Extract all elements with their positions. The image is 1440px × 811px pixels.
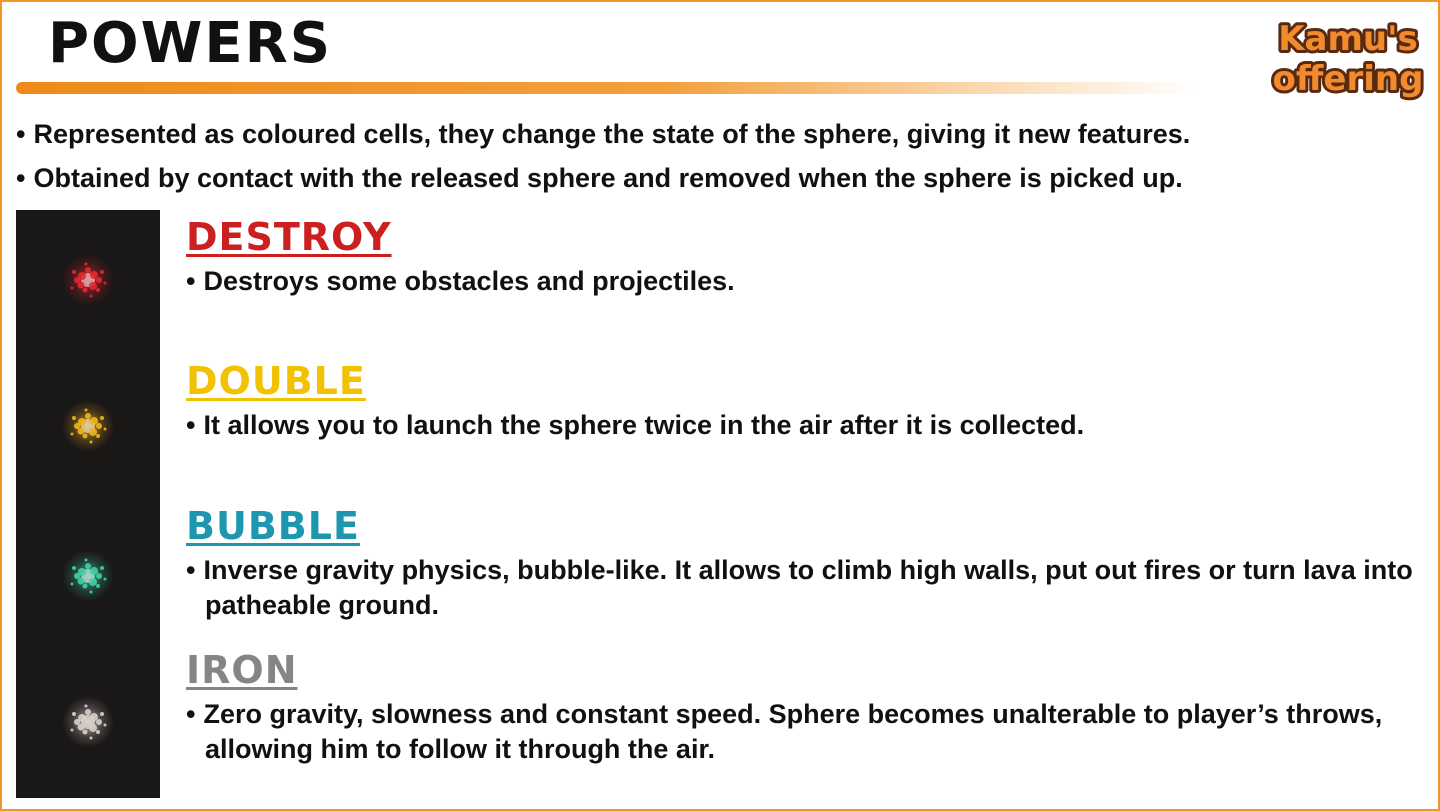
- orb-particle: [85, 563, 91, 569]
- logo-text-line2: offering: [1273, 59, 1424, 99]
- orb-particle: [84, 558, 88, 562]
- orb-particle: [103, 723, 107, 727]
- page-title: POWERS: [48, 11, 333, 76]
- orb-particle: [84, 704, 88, 708]
- orb-particle: [70, 728, 74, 732]
- orb-particle: [89, 294, 93, 298]
- orb-particle: [96, 730, 100, 734]
- orb-particle: [100, 270, 104, 274]
- power-description-text: Destroys some obstacles and projectiles.: [203, 266, 735, 296]
- logo-text-line1: Kamu's: [1278, 19, 1418, 59]
- orb-particle: [96, 719, 102, 725]
- intro-list: • Represented as coloured cells, they cha…: [16, 114, 1190, 202]
- power-description-text: It allows you to launch the sphere twice…: [203, 410, 1085, 440]
- power-description-text: Zero gravity, slowness and constant spee…: [203, 699, 1383, 764]
- bullet-point: •: [16, 119, 26, 149]
- orb-particle: [100, 712, 104, 716]
- power-description-text: Inverse gravity physics, bubble-like. It…: [203, 555, 1413, 620]
- power-description: • Inverse gravity physics, bubble-like. I…: [186, 553, 1426, 623]
- orb-particle: [90, 567, 98, 575]
- iron-orb-icon: [62, 696, 114, 748]
- orb-particle: [74, 277, 80, 283]
- orb-particle: [89, 578, 97, 586]
- power-description: • Destroys some obstacles and projectiles…: [186, 264, 1426, 299]
- double-orb-icon: [62, 400, 114, 452]
- orb-particle: [96, 573, 102, 579]
- orb-particle: [70, 582, 74, 586]
- power-heading-destroy: DESTROY: [186, 215, 392, 259]
- orb-particle: [100, 566, 104, 570]
- orb-particle: [74, 573, 80, 579]
- orb-particle: [82, 433, 88, 439]
- orb-particle: [89, 724, 97, 732]
- orb-particle: [74, 423, 80, 429]
- destroy-orb-icon: [62, 254, 114, 306]
- orb-particle: [96, 288, 100, 292]
- orb-particle: [103, 577, 107, 581]
- orb-particle: [82, 287, 88, 293]
- orb-particle: [100, 416, 104, 420]
- bullet-point: •: [16, 163, 26, 193]
- orb-particle: [103, 281, 107, 285]
- orb-particle: [72, 566, 76, 570]
- orb-particle: [82, 729, 88, 735]
- orb-particle: [96, 434, 100, 438]
- power-description: • It allows you to launch the sphere twic…: [186, 408, 1426, 443]
- power-heading-double: DOUBLE: [186, 359, 366, 403]
- orb-particle: [85, 709, 91, 715]
- power-section-double: DOUBLE • It allows you to launch the sphe…: [186, 358, 1426, 443]
- orb-particle: [72, 416, 76, 420]
- bullet-point: •: [186, 266, 196, 296]
- orb-particle: [90, 271, 98, 279]
- orb-particle: [85, 413, 91, 419]
- intro-item: • Represented as coloured cells, they cha…: [16, 114, 1190, 158]
- orb-particle: [72, 712, 76, 716]
- orb-particle: [84, 262, 88, 266]
- power-description: • Zero gravity, slowness and constant spe…: [186, 697, 1426, 767]
- orb-particle: [90, 713, 98, 721]
- power-orbs-strip: [16, 210, 160, 798]
- slide-frame: POWERS Kamu's offering • Represented as c…: [0, 0, 1440, 811]
- orb-particle: [89, 282, 97, 290]
- orb-particle: [74, 719, 80, 725]
- orb-particle: [85, 267, 91, 273]
- intro-text: Represented as coloured cells, they chan…: [33, 119, 1191, 149]
- orb-particle: [89, 440, 93, 444]
- bullet-point: •: [186, 555, 196, 585]
- power-section-destroy: DESTROY • Destroys some obstacles and pro…: [186, 214, 1426, 299]
- power-section-iron: IRON • Zero gravity, slowness and constan…: [186, 647, 1426, 767]
- orb-particle: [103, 427, 107, 431]
- power-section-bubble: BUBBLE • Inverse gravity physics, bubble-…: [186, 503, 1426, 623]
- orb-particle: [89, 736, 93, 740]
- orb-particle: [90, 417, 98, 425]
- intro-item: • Obtained by contact with the released s…: [16, 158, 1190, 202]
- orb-particle: [96, 277, 102, 283]
- orb-particle: [70, 286, 74, 290]
- orb-particle: [89, 428, 97, 436]
- power-heading-iron: IRON: [186, 648, 298, 692]
- title-underline-bar: [16, 82, 1196, 94]
- orb-particle: [84, 408, 88, 412]
- bullet-point: •: [186, 410, 196, 440]
- orb-particle: [89, 590, 93, 594]
- orb-particle: [96, 423, 102, 429]
- power-heading-bubble: BUBBLE: [186, 504, 360, 548]
- orb-particle: [82, 583, 88, 589]
- orb-particle: [72, 270, 76, 274]
- kamus-offering-logo: Kamu's offering: [1270, 16, 1427, 102]
- bubble-orb-icon: [62, 550, 114, 602]
- orb-particle: [70, 432, 74, 436]
- bullet-point: •: [186, 699, 196, 729]
- intro-text: Obtained by contact with the released sp…: [33, 163, 1183, 193]
- orb-particle: [96, 584, 100, 588]
